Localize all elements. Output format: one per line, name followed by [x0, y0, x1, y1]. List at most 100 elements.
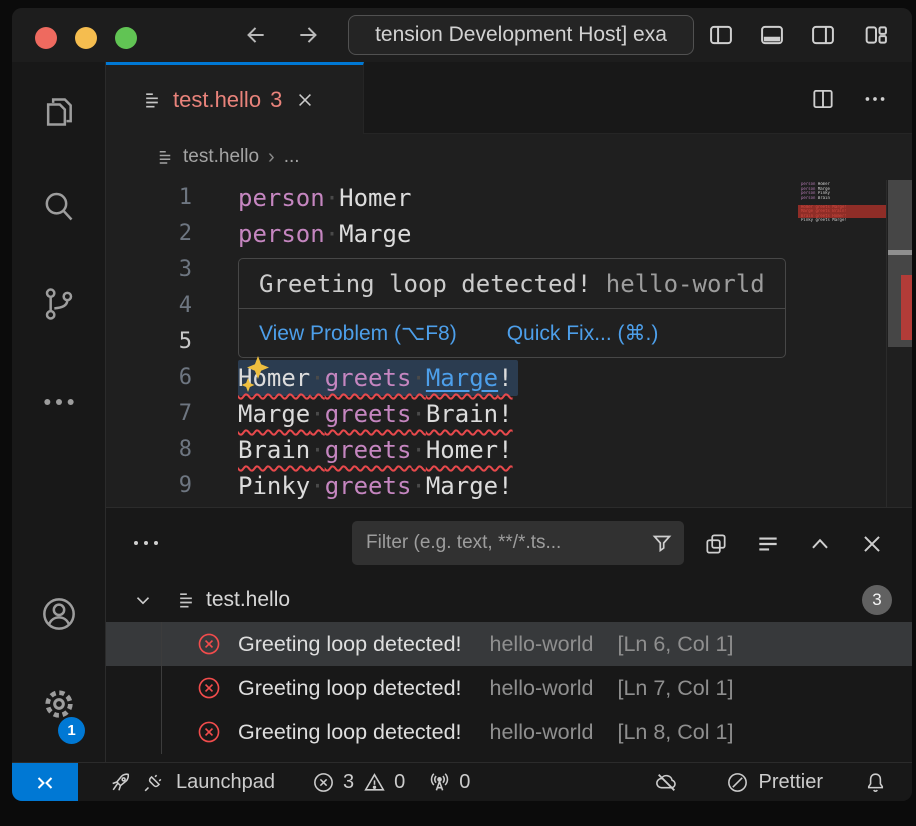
files-icon[interactable] — [39, 92, 79, 132]
bell-icon[interactable] — [863, 770, 888, 795]
warnings-count[interactable]: 0 — [394, 771, 405, 794]
code-line[interactable]: 8Brain·greets·Homer! — [106, 432, 912, 468]
problem-location: [Ln 7, Col 1] — [617, 676, 733, 701]
breadcrumb-more[interactable]: ... — [284, 146, 300, 168]
rocket-icon[interactable] — [108, 770, 133, 795]
back-arrow-icon[interactable] — [242, 22, 268, 48]
code-line[interactable]: 1 person·Homer — [106, 180, 912, 216]
line-text: Homer·greets·Marge! — [238, 360, 518, 396]
settings-badge: 1 — [58, 717, 85, 744]
line-text: Marge·greets·Brain! — [238, 396, 513, 432]
filter-funnel-icon[interactable] — [650, 531, 674, 555]
more-icon[interactable] — [39, 382, 79, 422]
quick-fix-link[interactable]: Quick Fix... (⌘.) — [507, 321, 659, 346]
view-problem-link[interactable]: View Problem (⌥F8) — [259, 321, 457, 346]
line-text: Pinky·greets·Marge! — [238, 468, 513, 504]
remote-indicator[interactable] — [12, 763, 78, 801]
broadcast-icon[interactable] — [427, 770, 452, 795]
problem-location: [Ln 6, Col 1] — [617, 632, 733, 657]
toggle-panel-icon[interactable] — [758, 21, 786, 49]
tree-indent-guide — [161, 622, 162, 754]
split-editor-icon[interactable] — [810, 86, 836, 112]
close-window-button[interactable] — [35, 27, 57, 49]
view-as-table-icon[interactable] — [703, 531, 729, 557]
line-number: 1 — [106, 180, 192, 216]
list-file-icon — [176, 590, 196, 610]
source-control-icon[interactable] — [39, 284, 79, 324]
problem-location: [Ln 8, Col 1] — [617, 720, 733, 745]
tab-problem-count: 3 — [270, 87, 282, 113]
tooltip-message-row: Greeting loop detected! hello-world — [239, 259, 785, 309]
code-editor[interactable]: 1person·Homer2person·Marge3456Homer·gree… — [106, 180, 912, 507]
formatter-label[interactable]: Prettier — [759, 771, 823, 794]
problems-filter[interactable] — [352, 521, 684, 565]
main-area: 1 test.hello 3 — [12, 62, 912, 762]
tooltip-message: Greeting loop detected! — [259, 270, 591, 298]
error-count-icon[interactable] — [311, 770, 336, 795]
warning-icon[interactable] — [362, 770, 387, 795]
launchpad-label[interactable]: Launchpad — [176, 771, 275, 794]
problems-file-group[interactable]: test.hello 3 — [106, 578, 912, 622]
error-icon — [196, 719, 222, 745]
line-number: 8 — [106, 432, 192, 468]
toggle-secondary-sidebar-icon[interactable] — [809, 21, 837, 49]
code-line[interactable]: 6Homer·greets·Marge! — [106, 360, 912, 396]
panel-overflow-icon[interactable] — [132, 531, 162, 555]
hover-tooltip: Greeting loop detected! hello-world View… — [238, 258, 786, 358]
code-line[interactable]: 9Pinky·greets·Marge! — [106, 468, 912, 504]
problem-row[interactable]: Greeting loop detected! hello-world [Ln … — [106, 622, 912, 666]
line-text: person·Marge — [238, 216, 411, 252]
code-line[interactable]: 2 person·Marge — [106, 216, 912, 252]
scrollbar-viewport-band — [888, 250, 912, 255]
line-number: 5 — [106, 324, 192, 360]
command-center[interactable]: tension Development Host] exa — [348, 15, 694, 55]
editor-more-actions-icon[interactable] — [862, 86, 888, 112]
chevron-down-icon[interactable] — [132, 589, 154, 611]
close-panel-icon[interactable] — [859, 531, 885, 557]
error-icon — [196, 631, 222, 657]
customize-layout-icon[interactable] — [862, 21, 890, 49]
minimize-window-button[interactable] — [75, 27, 97, 49]
line-text: person·Homer — [238, 180, 411, 216]
problem-source: hello-world — [490, 676, 594, 701]
plug-icon[interactable] — [141, 770, 166, 795]
slash-circle-icon[interactable] — [725, 770, 750, 795]
list-file-icon — [156, 148, 174, 166]
window-title: tension Development Host] exa — [375, 23, 667, 47]
remote-icon — [33, 771, 57, 795]
activity-bar: 1 — [12, 62, 106, 762]
editor-group: test.hello 3 — [106, 62, 912, 762]
tooltip-actions: View Problem (⌥F8) Quick Fix... (⌘.) — [239, 309, 785, 358]
problem-row[interactable]: Greeting loop detected! hello-world [Ln … — [106, 666, 912, 710]
problem-source: hello-world — [490, 720, 594, 745]
breadcrumb-file[interactable]: test.hello — [183, 146, 259, 168]
breadcrumb[interactable]: test.hello › ... — [106, 134, 912, 180]
collapse-all-icon[interactable] — [755, 531, 781, 557]
scrollbar-thumb[interactable] — [888, 180, 912, 347]
file-group-name: test.hello — [206, 588, 290, 612]
errors-count[interactable]: 3 — [343, 771, 354, 794]
sparkle-icon[interactable] — [236, 354, 274, 394]
tab-test-hello[interactable]: test.hello 3 — [106, 62, 364, 134]
cloud-off-icon[interactable] — [654, 770, 679, 795]
ports-count[interactable]: 0 — [459, 771, 470, 794]
title-bar: tension Development Host] exa — [12, 8, 912, 62]
minimap[interactable]: person Homerperson Margeperson Pinkypers… — [798, 182, 886, 223]
filter-input[interactable] — [366, 532, 650, 554]
problem-row[interactable]: Greeting loop detected! hello-world [Ln … — [106, 710, 912, 754]
close-icon[interactable] — [295, 90, 315, 110]
chevron-up-icon[interactable] — [807, 531, 833, 557]
tab-label: test.hello — [173, 87, 261, 113]
desktop-background: tension Development Host] exa — [0, 0, 916, 826]
line-number: 3 — [106, 252, 192, 288]
zoom-window-button[interactable] — [115, 27, 137, 49]
error-icon — [196, 675, 222, 701]
code-line[interactable]: 7Marge·greets·Brain! — [106, 396, 912, 432]
forward-arrow-icon[interactable] — [296, 22, 322, 48]
account-icon[interactable] — [39, 594, 79, 634]
chevron-right-icon: › — [268, 146, 275, 169]
toggle-sidebar-icon[interactable] — [707, 21, 735, 49]
search-icon[interactable] — [39, 187, 79, 227]
editor-scrollbar[interactable] — [886, 180, 912, 507]
line-number: 2 — [106, 216, 192, 252]
